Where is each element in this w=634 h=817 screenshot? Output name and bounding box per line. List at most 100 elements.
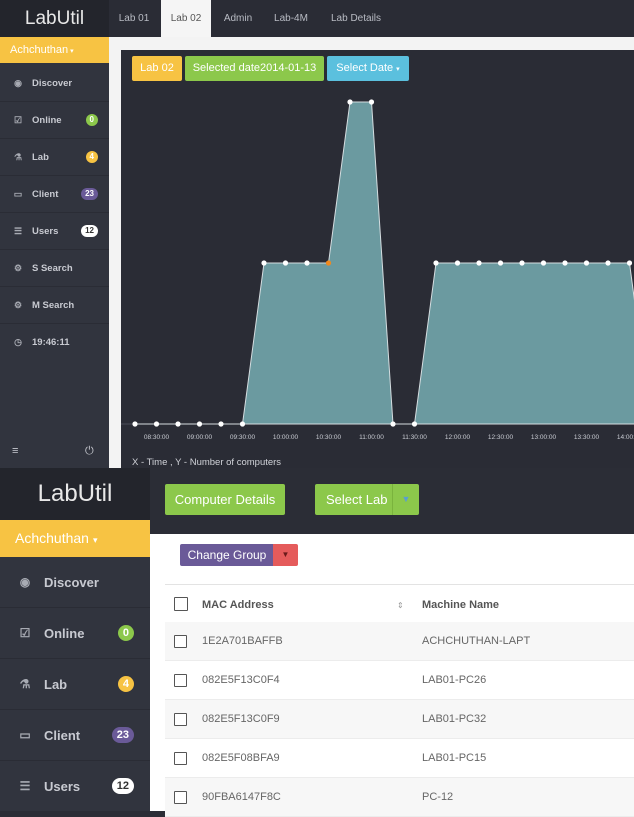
table-row[interactable]: 082E5F13C0F4 LAB01-PC26 [165, 661, 634, 700]
machine-cell: LAB01-PC26 [422, 674, 487, 686]
flask-icon: ⚗ [19, 677, 31, 691]
nav-label: M Search [32, 300, 75, 311]
table-row[interactable]: 90FBA6147F8C PC-12 [165, 778, 634, 817]
data-point [497, 260, 504, 266]
table-row[interactable]: 082E5F13C0F9 LAB01-PC32 [165, 700, 634, 739]
tab-lab-02[interactable]: Lab 02 [161, 0, 211, 37]
nav-discover[interactable]: ◉ Discover [0, 65, 109, 102]
data-point [153, 421, 160, 427]
nav-client[interactable]: ▭ Client 23 [0, 176, 109, 213]
caret-down-icon: ▾ [70, 48, 74, 55]
user-menu[interactable]: Achchuthan ▾ [0, 37, 109, 63]
data-point [325, 260, 332, 266]
data-point [282, 260, 289, 266]
nav-label: Discover [44, 575, 99, 590]
mac-cell: 082E5F13C0F9 [202, 713, 280, 725]
client-count-badge: 23 [111, 727, 134, 743]
data-point [605, 260, 611, 266]
nav-label: Discover [32, 78, 73, 89]
nav-label: Users [44, 779, 81, 794]
change-group-caret[interactable]: ▼ [273, 544, 298, 566]
data-point [347, 99, 353, 105]
data-point [368, 99, 375, 105]
tab-admin[interactable]: Admin [213, 0, 263, 37]
nav-label: Online [32, 115, 62, 126]
computer-details-button[interactable]: Computer Details [165, 484, 285, 515]
select-lab-label: Select Lab [326, 492, 388, 507]
machine-cell: ACHCHUTHAN-LAPT [422, 635, 531, 647]
list-icon: ☰ [19, 779, 31, 793]
row-checkbox[interactable] [174, 752, 187, 765]
machine-cell: LAB01-PC15 [422, 752, 487, 764]
user-name: Achchuthan [10, 44, 69, 56]
data-point [476, 260, 482, 266]
nav-label: Lab [44, 677, 68, 692]
col-mac-address[interactable]: MAC Address [202, 586, 274, 625]
app-brand-large[interactable]: LabUtil [0, 468, 150, 520]
x-tick-label: 10:30:00 [316, 434, 342, 441]
nav-online[interactable]: ☑ Online 0 [0, 102, 109, 139]
data-point [454, 260, 461, 266]
clock-time: 19:46:11 [32, 337, 70, 348]
menu-toggle-icon[interactable]: ≡ [12, 445, 18, 457]
app-brand[interactable]: LabUtil [0, 0, 109, 37]
row-checkbox[interactable] [174, 674, 187, 687]
x-tick-label: 08:30:00 [144, 434, 170, 441]
select-lab-dropdown[interactable]: Select Lab ▼ [315, 484, 419, 515]
tab-lab-4m[interactable]: Lab-4M [265, 0, 317, 37]
select-date-dropdown[interactable]: Select Date ▾ [327, 56, 409, 81]
col-machine-name[interactable]: Machine Name [422, 586, 499, 625]
nav-m-search[interactable]: ⚙ M Search [0, 287, 109, 324]
data-point [433, 260, 439, 266]
online-count-badge: 0 [117, 625, 134, 641]
nav-label: Lab [32, 152, 49, 163]
nav-s-search[interactable]: ⚙ S Search [0, 250, 109, 287]
eye-icon: ◉ [19, 575, 31, 589]
row-checkbox[interactable] [174, 713, 187, 726]
data-point [562, 260, 568, 266]
data-point [626, 260, 633, 266]
nav-online[interactable]: ☑ Online 0 [0, 608, 150, 659]
select-all-checkbox[interactable] [174, 597, 188, 611]
online-count-badge: 0 [85, 114, 98, 126]
nav-users[interactable]: ☰ Users 12 [0, 761, 150, 812]
data-point [196, 421, 203, 427]
sort-icon[interactable]: ⇕ [397, 586, 404, 625]
users-count-badge: 12 [81, 225, 98, 237]
change-group-button[interactable]: Change Group [180, 544, 274, 566]
x-tick-label: 12:00:00 [445, 434, 471, 441]
nav-users[interactable]: ☰ Users 12 [0, 213, 109, 250]
table-row[interactable]: 082E5F08BFA9 LAB01-PC15 [165, 739, 634, 778]
tab-lab-01[interactable]: Lab 01 [109, 0, 159, 37]
nav-lab[interactable]: ⚗ Lab 4 [0, 659, 150, 710]
nav-client[interactable]: ▭ Client 23 [0, 710, 150, 761]
data-point [261, 260, 267, 266]
table-row[interactable]: 1E2A701BAFFB ACHCHUTHAN-LAPT [165, 622, 634, 661]
client-count-badge: 23 [81, 188, 98, 200]
selected-date-button[interactable]: Selected date2014-01-13 [185, 56, 324, 81]
power-icon[interactable]: ⏻ [85, 445, 94, 458]
list-icon: ☰ [13, 226, 23, 236]
flask-icon: ⚗ [13, 152, 23, 162]
gears-icon: ⚙ [13, 300, 23, 310]
row-checkbox[interactable] [174, 791, 187, 804]
data-point [583, 260, 590, 266]
row-checkbox[interactable] [174, 635, 187, 648]
data-point [390, 421, 396, 427]
lab-count-badge: 4 [85, 151, 98, 163]
nav-label: Online [44, 626, 85, 641]
nav-clock: ◷ 19:46:11 [0, 324, 109, 361]
data-point [519, 260, 525, 266]
data-point [540, 260, 547, 266]
nav-discover[interactable]: ◉ Discover [0, 557, 150, 608]
tab-lab-details[interactable]: Lab Details [319, 0, 393, 37]
axis-note: X - Time , Y - Number of computers [132, 457, 282, 468]
nav-lab[interactable]: ⚗ Lab 4 [0, 139, 109, 176]
check-square-icon: ☑ [13, 115, 23, 125]
user-menu-large[interactable]: Achchuthan ▾ [0, 520, 150, 557]
users-count-badge: 12 [111, 778, 134, 794]
laptop-icon: ▭ [13, 189, 23, 199]
nav-label: Client [44, 728, 81, 743]
lab-button[interactable]: Lab 02 [132, 56, 182, 81]
x-tick-label: 09:30:00 [230, 434, 256, 441]
